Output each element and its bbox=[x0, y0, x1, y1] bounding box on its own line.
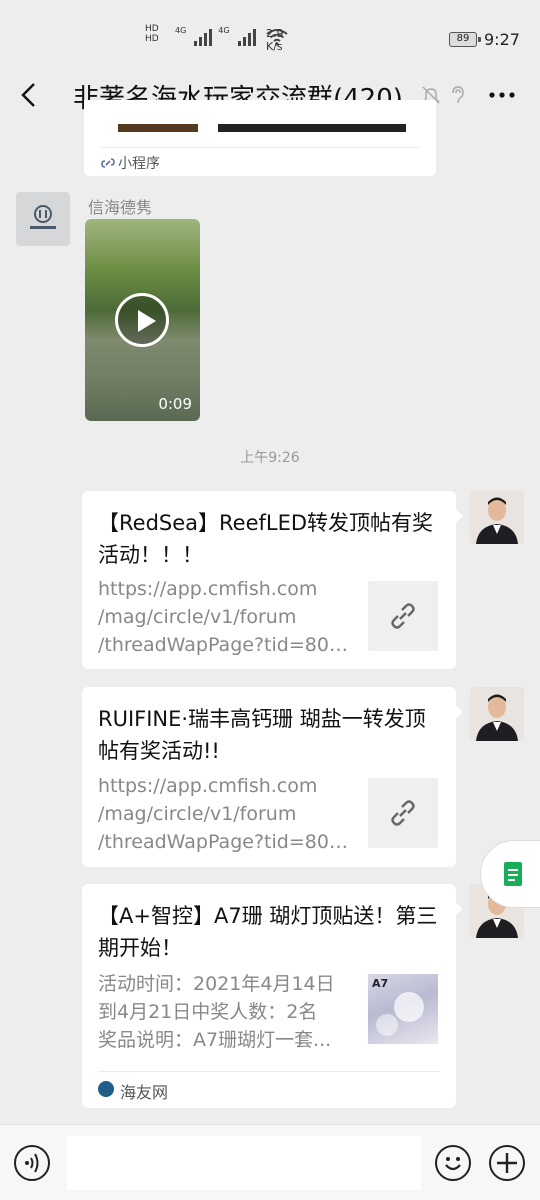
link-title: 【A+智控】A7珊 瑚灯顶贴送！第三期开始！ bbox=[98, 904, 438, 960]
divider bbox=[98, 1071, 440, 1072]
emoji-icon bbox=[445, 1157, 461, 1171]
divider bbox=[100, 147, 420, 148]
back-icon[interactable] bbox=[16, 80, 42, 110]
input-bar bbox=[0, 1124, 540, 1200]
avatar[interactable] bbox=[470, 687, 524, 741]
net-speed: 2.9 K/s bbox=[266, 27, 284, 53]
person-avatar-icon bbox=[470, 490, 524, 544]
hd-indicator: HD HD bbox=[145, 24, 159, 44]
link-title: 【RedSea】ReefLED转发顶帖有奖活动！！！ bbox=[98, 511, 434, 567]
logo-icon bbox=[16, 192, 70, 246]
signal-icon bbox=[237, 26, 256, 46]
link-source: 海友网 bbox=[120, 1083, 169, 1102]
mini-program-label: 小程序 bbox=[118, 156, 160, 172]
avatar[interactable] bbox=[16, 192, 70, 246]
mini-program-thumbnail bbox=[218, 124, 406, 132]
play-icon[interactable] bbox=[115, 293, 169, 347]
avatar[interactable] bbox=[470, 490, 524, 544]
link-thumbnail bbox=[368, 581, 438, 651]
link-description: https://app.cmfish.com /mag/circle/v1/fo… bbox=[98, 775, 356, 853]
document-icon bbox=[504, 862, 522, 886]
person-avatar-icon bbox=[470, 687, 524, 741]
link-card[interactable]: RUIFINE·瑞丰高钙珊 瑚盐一转发顶帖有奖活动!! https://app.… bbox=[82, 687, 463, 867]
video-duration: 0:09 bbox=[158, 395, 192, 413]
link-icon bbox=[391, 800, 415, 826]
plus-icon bbox=[497, 1153, 517, 1173]
clock: 9:27 bbox=[484, 30, 520, 49]
link-card[interactable]: 【RedSea】ReefLED转发顶帖有奖活动！！！ https://app.c… bbox=[82, 491, 463, 669]
more-actions-button[interactable] bbox=[489, 1145, 525, 1181]
sender-name: 信海德隽 bbox=[88, 198, 153, 217]
link-title: RUIFINE·瑞丰高钙珊 瑚盐一转发顶帖有奖活动!! bbox=[98, 707, 426, 763]
link-description: 活动时间：2021年4月14日 到4月21日中奖人数：2名 奖品说明：A7珊瑚灯… bbox=[98, 973, 335, 1051]
status-bar: HD HD 4G 4G 2.9 K/s 89 9:27 bbox=[0, 0, 540, 78]
mini-program-thumbnail bbox=[118, 124, 198, 132]
link-icon bbox=[391, 603, 415, 629]
signal-icon bbox=[194, 26, 213, 46]
link-description: https://app.cmfish.com /mag/circle/v1/fo… bbox=[98, 578, 356, 656]
link-thumbnail: A7 bbox=[368, 974, 438, 1044]
mini-program-card[interactable]: 小程序 bbox=[84, 100, 436, 176]
video-message[interactable]: 0:09 bbox=[85, 219, 200, 421]
ear-icon[interactable] bbox=[447, 84, 469, 106]
voice-icon bbox=[25, 1153, 39, 1173]
voice-button[interactable] bbox=[14, 1145, 50, 1181]
link-thumbnail bbox=[368, 778, 438, 848]
floating-doc-button[interactable] bbox=[480, 840, 540, 908]
mini-program-icon bbox=[101, 158, 115, 168]
battery-icon: 89 bbox=[449, 32, 481, 47]
emoji-button[interactable] bbox=[435, 1145, 471, 1181]
link-card[interactable]: 【A+智控】A7珊 瑚灯顶贴送！第三期开始！ 活动时间：2021年4月14日 到… bbox=[82, 884, 463, 1108]
source-logo-icon bbox=[98, 1081, 114, 1097]
message-input[interactable] bbox=[66, 1136, 422, 1190]
message-timestamp: 上午9:26 bbox=[240, 450, 300, 466]
more-icon[interactable] bbox=[488, 82, 516, 108]
